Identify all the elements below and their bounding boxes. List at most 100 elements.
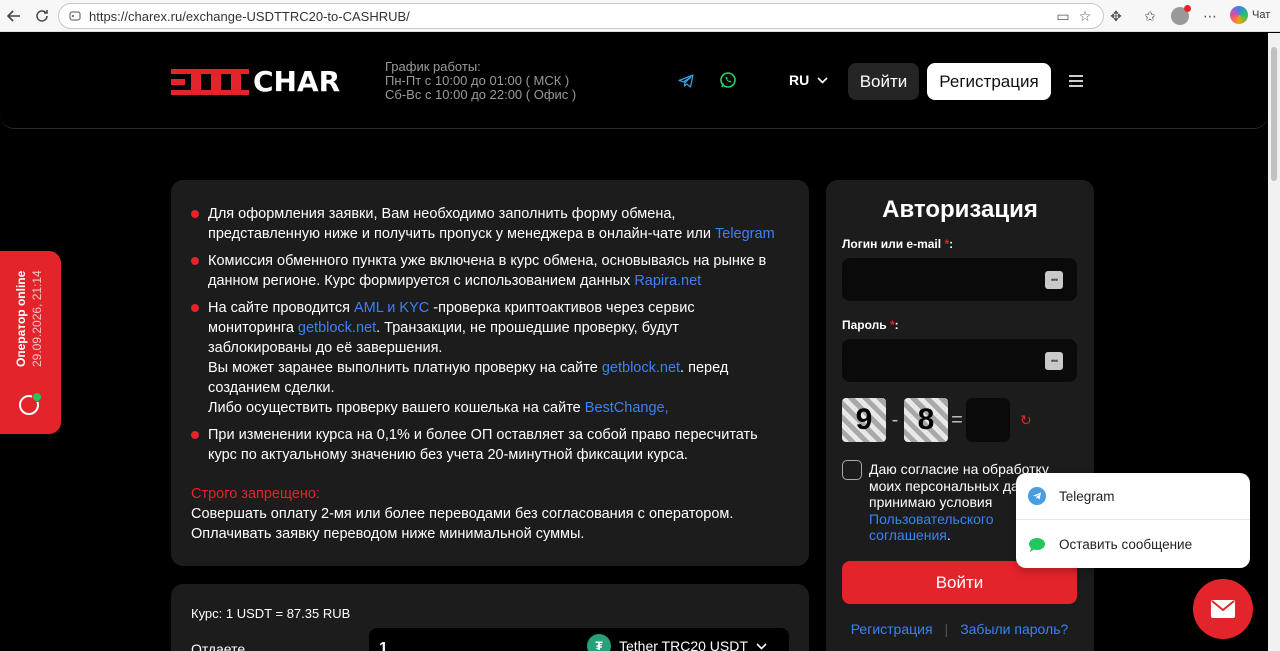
register-link[interactable]: Регистрация — [851, 621, 933, 637]
info-item: При изменении курса на 0,1% и более ОП о… — [191, 425, 781, 465]
auth-title: Авторизация — [882, 196, 1038, 223]
profile-icon[interactable] — [1170, 5, 1191, 26]
aml-kyc-link[interactable]: AML и KYC — [354, 300, 429, 316]
language-selector[interactable]: RU — [789, 72, 828, 88]
info-item: Комиссия обменного пункта уже включена в… — [191, 251, 781, 291]
chat-popup: Telegram Оставить сообщение — [1016, 473, 1250, 568]
give-amount-value: 1 — [379, 640, 388, 651]
url-text[interactable]: https://charex.ru/exchange-USDTTRC20-to-… — [89, 9, 410, 24]
getblock-link[interactable]: getblock.net — [298, 320, 376, 336]
getblock-link-2[interactable]: getblock.net — [602, 360, 680, 376]
auth-card: Авторизация Логин или e-mail *: ••• Паро… — [826, 180, 1094, 651]
chat-message-option[interactable]: Оставить сообщение — [1016, 521, 1250, 568]
bullet-icon — [191, 257, 199, 265]
header-register-button[interactable]: Регистрация — [927, 63, 1051, 100]
currency-label: Tether TRC20 USDT — [619, 638, 748, 651]
forbidden-block: Строго запрещено: Совершать оплату 2-мя … — [191, 484, 781, 544]
menu-icon[interactable] — [1069, 75, 1083, 87]
give-label: Отдаете — [191, 641, 246, 651]
autofill-key-icon[interactable]: ••• — [1045, 271, 1063, 289]
favorites-icon[interactable]: ✩ — [1140, 6, 1160, 26]
separator: | — [944, 621, 949, 637]
give-currency-select[interactable]: ₮ Tether TRC20 USDT — [587, 634, 767, 651]
site-header: CHAR График работы: Пн-Пт с 10:00 до 01:… — [0, 33, 1268, 129]
schedule-weekdays: Пн-Пт с 10:00 до 01:00 ( МСК ) — [385, 73, 570, 88]
info-list: Для оформления заявки, Вам необходимо за… — [191, 204, 781, 472]
consent-end: . — [946, 527, 951, 543]
logo-mark-icon — [171, 69, 249, 95]
user-agreement-link[interactable]: Пользовательского соглашения — [869, 511, 994, 544]
autofill-key-icon[interactable]: ••• — [1045, 352, 1063, 370]
telegram-icon[interactable] — [677, 72, 695, 90]
captcha-number-b: 8 — [904, 398, 948, 442]
rapira-link[interactable]: Rapira.net — [634, 273, 701, 289]
back-icon[interactable] — [4, 6, 24, 26]
schedule-title: График работы: — [385, 59, 481, 74]
captcha: 9 - 8 = ↻ — [842, 398, 1032, 442]
browser-toolbar: https://charex.ru/exchange-USDTTRC20-to-… — [0, 0, 1280, 32]
refresh-icon[interactable]: ↻ — [1020, 412, 1032, 429]
password-input[interactable] — [842, 339, 1042, 382]
password-label: Пароль *: — [842, 318, 899, 332]
chat-fab-button[interactable] — [1193, 579, 1253, 639]
password-field[interactable]: ••• — [842, 339, 1077, 382]
schedule-weekend: Сб-Вс с 10:00 до 22:00 ( Офис ) — [385, 87, 577, 102]
consent-checkbox[interactable] — [842, 460, 862, 480]
info-text: Либо осуществить проверку вашего кошельк… — [208, 400, 585, 416]
address-bar[interactable]: https://charex.ru/exchange-USDTTRC20-to-… — [58, 3, 1104, 29]
chat-bubble-icon — [1028, 536, 1046, 554]
work-schedule: График работы: Пн-Пт с 10:00 до 01:00 ( … — [385, 60, 576, 102]
logo[interactable]: CHAR — [171, 68, 340, 96]
whatsapp-icon[interactable] — [719, 71, 737, 89]
telegram-link[interactable]: Telegram — [715, 226, 775, 242]
reader-mode-icon[interactable]: ▭ — [1055, 8, 1071, 24]
captcha-number-a: 9 — [842, 398, 886, 442]
auth-links: Регистрация | Забыли пароль? — [842, 621, 1077, 637]
scrollbar-thumb[interactable] — [1271, 47, 1277, 181]
forbidden-line: Совершать оплату 2-мя или более перевода… — [191, 506, 734, 522]
captcha-operator: - — [891, 408, 899, 431]
info-item: На сайте проводится AML и KYC -проверка … — [191, 298, 781, 418]
captcha-equals: = — [951, 408, 963, 431]
operator-datetime: 29.09.2026, 21:14 — [30, 270, 44, 367]
bestchange-link[interactable]: BestChange, — [585, 400, 669, 416]
extensions-icon[interactable]: ✥ — [1106, 6, 1126, 26]
operator-text: Оператор online 29.09.2026, 21:14 — [13, 270, 45, 367]
site-info-icon[interactable] — [67, 8, 83, 24]
chat-message-label: Оставить сообщение — [1059, 537, 1193, 552]
captcha-answer-input[interactable] — [966, 398, 1010, 442]
forgot-password-link[interactable]: Забыли пароль? — [960, 621, 1068, 637]
login-label: Логин или e-mail *: — [842, 237, 954, 251]
info-text: Для оформления заявки, Вам необходимо за… — [208, 206, 716, 242]
reload-icon[interactable] — [32, 6, 52, 26]
forbidden-line: Оплачивать заявку переводом ниже минимал… — [191, 526, 585, 542]
operator-avatar-icon — [19, 392, 42, 415]
operator-status: Оператор online — [14, 270, 28, 367]
copilot-button[interactable]: Чат — [1230, 6, 1270, 24]
operator-online-tab[interactable]: Оператор online 29.09.2026, 21:14 — [0, 251, 61, 434]
chat-telegram-label: Telegram — [1059, 488, 1115, 504]
info-text: На сайте проводится — [208, 300, 354, 316]
favorite-star-icon[interactable]: ☆ — [1077, 8, 1093, 24]
bullet-icon — [191, 304, 199, 312]
chevron-down-icon — [756, 642, 767, 650]
chat-telegram-option[interactable]: Telegram — [1016, 473, 1250, 520]
tether-icon: ₮ — [587, 634, 611, 651]
page-scrollbar[interactable] — [1268, 33, 1280, 651]
exchange-form-card: Курс: 1 USDT = 87.35 RUB Отдаете 1 ₮ Tet… — [171, 584, 809, 651]
login-field[interactable]: ••• — [842, 258, 1077, 301]
more-menu-icon[interactable]: ⋯ — [1200, 6, 1220, 26]
bullet-icon — [191, 431, 199, 439]
info-text: При изменении курса на 0,1% и более ОП о… — [208, 427, 758, 463]
copilot-label: Чат — [1252, 9, 1271, 21]
login-input[interactable] — [842, 258, 1042, 301]
copilot-icon — [1230, 6, 1248, 24]
forbidden-title: Строго запрещено: — [191, 486, 320, 502]
info-card: Для оформления заявки, Вам необходимо за… — [171, 180, 809, 566]
header-login-button[interactable]: Войти — [848, 63, 919, 100]
bullet-icon — [191, 210, 199, 218]
exchange-rate: Курс: 1 USDT = 87.35 RUB — [191, 606, 351, 621]
info-text: Вы может заранее выполнить платную прове… — [208, 360, 602, 376]
language-label: RU — [789, 72, 810, 88]
info-item: Для оформления заявки, Вам необходимо за… — [191, 204, 781, 244]
